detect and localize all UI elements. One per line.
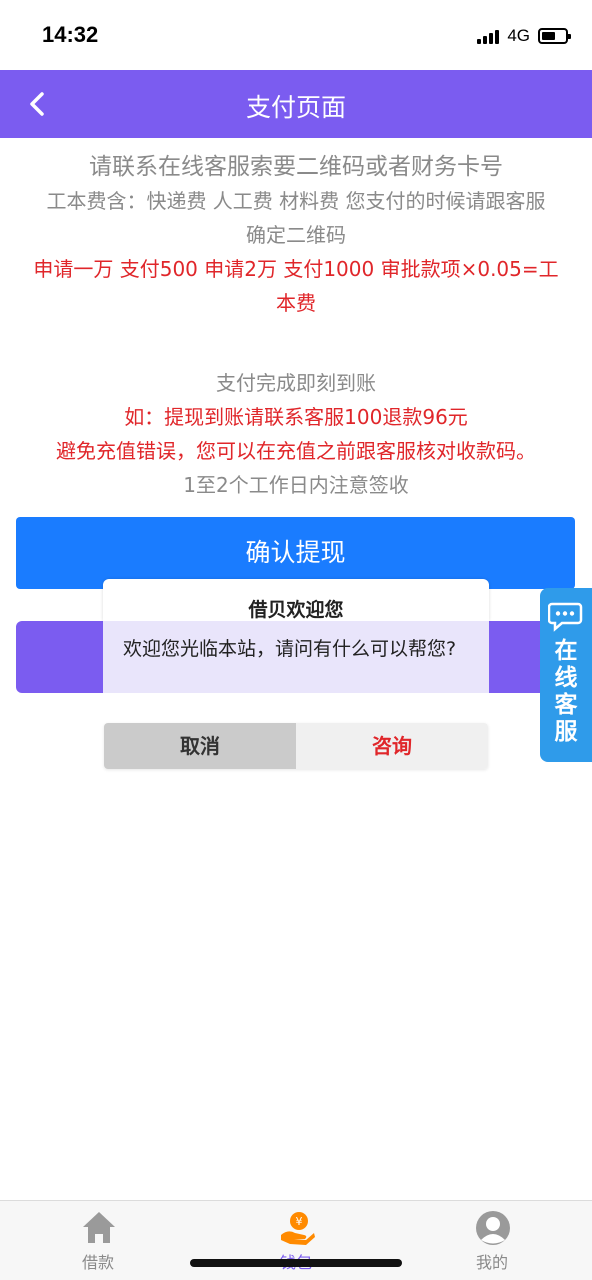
- instruction-line: 工本费含：快递费 人工费 材料费 您支付的时候请跟客服: [46, 189, 546, 213]
- cancel-button[interactable]: 取消: [104, 723, 296, 769]
- tab-mine[interactable]: 我的: [432, 1201, 552, 1280]
- tab-wallet[interactable]: ¥ 钱包: [236, 1201, 356, 1280]
- instruction-line: 请联系在线客服索要二维码或者财务卡号: [89, 154, 503, 180]
- network-type: 4G: [507, 26, 530, 45]
- bottom-tab-bar: 借款 ¥ 钱包 我的: [0, 1200, 592, 1280]
- status-time: 14:32: [42, 22, 99, 47]
- fee-line: 本费: [276, 291, 316, 315]
- chat-popup-actions: 取消 咨询: [104, 723, 488, 769]
- home-indicator[interactable]: [190, 1259, 402, 1267]
- chat-popup-body: 欢迎您光临本站，请问有什么可以帮您?: [103, 621, 489, 693]
- refund-line: 如：提现到账请联系客服100退款96元: [124, 405, 468, 429]
- page-header: 支付页面: [0, 70, 592, 138]
- page-title: 支付页面: [245, 93, 346, 122]
- home-icon: [83, 1212, 115, 1243]
- chat-bubble-icon: [548, 602, 583, 632]
- chat-popup-message: 欢迎您光临本站，请问有什么可以帮您?: [123, 638, 457, 660]
- instruction-line: 1至2个工作日内注意签收: [183, 473, 409, 497]
- consult-button[interactable]: 咨询: [296, 723, 488, 769]
- user-icon: [476, 1211, 510, 1245]
- instruction-line: 支付完成即刻到账: [216, 371, 376, 395]
- svg-text:¥: ¥: [296, 1215, 303, 1228]
- tab-label: 我的: [475, 1253, 508, 1272]
- fee-line: 申请一万 支付500 申请2万 支付1000 审批款项×0.05=工: [33, 257, 559, 281]
- instruction-line: 确定二维码: [246, 223, 346, 247]
- chat-popup-header: 借贝欢迎您: [103, 579, 489, 621]
- online-service-tab[interactable]: 在 线 客 服: [540, 588, 592, 762]
- signal-icon: [477, 28, 500, 44]
- warning-line: 避免充值错误，您可以在充值之前跟客服核对收款码。: [56, 439, 536, 463]
- online-service-label: 在 线 客 服: [554, 638, 578, 745]
- status-indicators: 4G: [477, 26, 571, 46]
- status-bar: 14:32 4G: [0, 0, 592, 70]
- tab-label: 借款: [81, 1253, 114, 1272]
- battery-icon: [538, 28, 571, 44]
- payment-instructions: 请联系在线客服索要二维码或者财务卡号 工本费含：快递费 人工费 材料费 您支付的…: [0, 150, 592, 502]
- wallet-icon: ¥: [281, 1212, 315, 1245]
- tab-loan[interactable]: 借款: [38, 1201, 158, 1280]
- chat-popup-title: 借贝欢迎您: [248, 599, 344, 621]
